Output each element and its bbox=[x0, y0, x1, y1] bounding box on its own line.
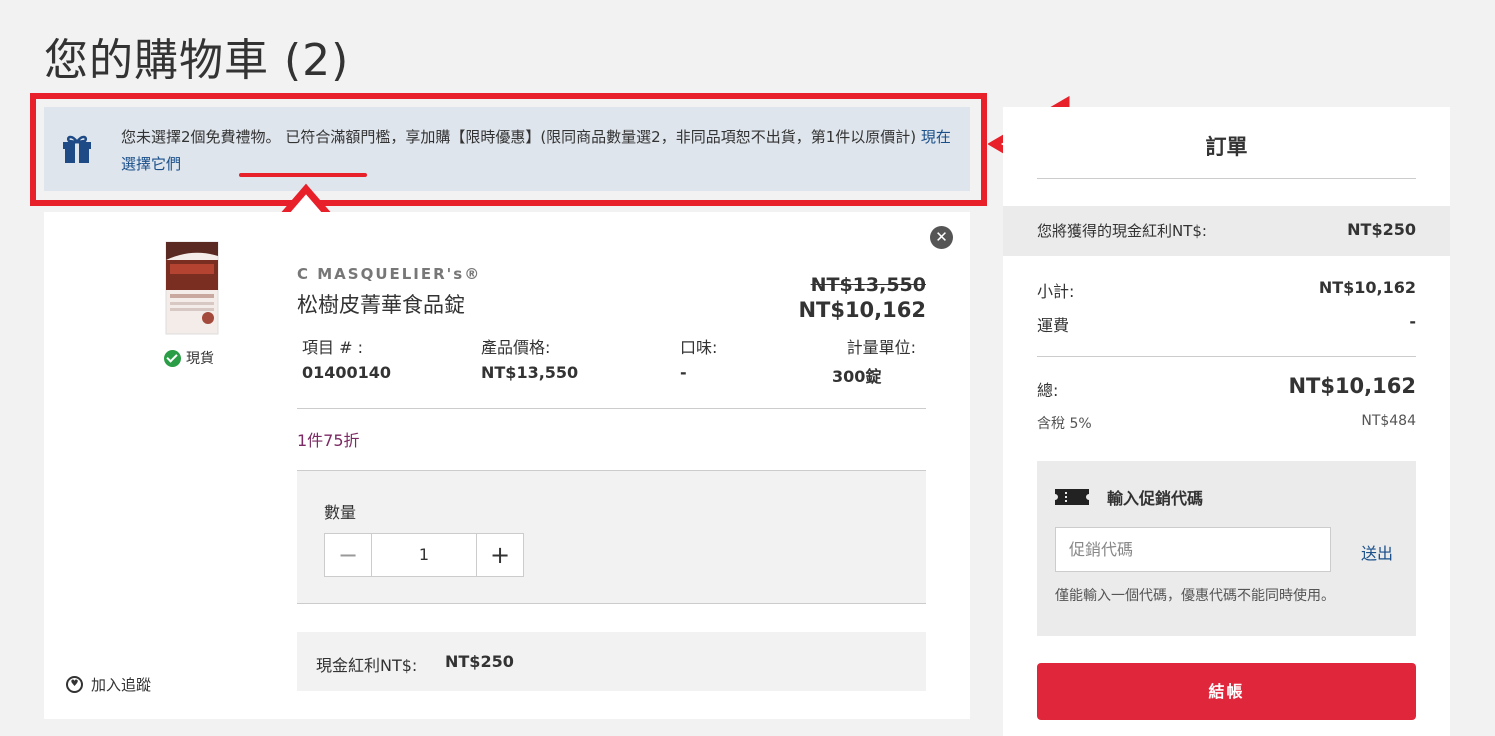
annotation-underline bbox=[239, 173, 367, 177]
attr-label: 產品價格: bbox=[481, 338, 551, 357]
attr-label: 口味: bbox=[680, 338, 718, 357]
annotation-highlight-box bbox=[30, 93, 987, 206]
cash-reward-value: NT$250 bbox=[1347, 220, 1416, 239]
stock-status: 現貨 bbox=[164, 348, 214, 368]
promo-label: 1件75折 bbox=[297, 431, 360, 450]
attr-unit: 計量單位: 300錠 bbox=[832, 334, 916, 387]
stock-label: 現貨 bbox=[186, 351, 214, 367]
divider bbox=[1037, 178, 1416, 179]
product-image[interactable] bbox=[160, 238, 224, 342]
attr-flavor: 口味: - bbox=[680, 334, 717, 382]
attr-label: 計量單位: bbox=[846, 338, 916, 357]
subtotal-label: 小計: bbox=[1037, 282, 1075, 301]
total-value: NT$10,162 bbox=[1288, 374, 1416, 398]
plus-icon: + bbox=[489, 541, 511, 569]
coupon-note: 僅能輸入一個代碼，優惠代碼不能同時使用。 bbox=[1055, 588, 1335, 604]
attr-value: NT$13,550 bbox=[481, 363, 579, 382]
total-label: 總: bbox=[1037, 381, 1059, 400]
shipping-value: - bbox=[1409, 312, 1416, 331]
coupon-title: 輸入促銷代碼 bbox=[1107, 489, 1204, 508]
reward-label: 現金紅利NT$: bbox=[316, 656, 418, 675]
current-price: NT$10,162 bbox=[798, 298, 926, 322]
check-circle-icon bbox=[164, 349, 181, 367]
increase-quantity-button[interactable]: + bbox=[477, 534, 523, 576]
page-title: 您的購物車 (2) bbox=[44, 35, 350, 86]
attr-item-number: 項目 # : 01400140 bbox=[302, 334, 391, 382]
reward-value: NT$250 bbox=[445, 652, 514, 671]
tax-row: 含稅 5% NT$484 bbox=[1037, 413, 1416, 433]
attr-product-price: 產品價格: NT$13,550 bbox=[481, 334, 578, 382]
order-title: 訂單 bbox=[1205, 135, 1248, 159]
ticket-icon bbox=[1055, 489, 1089, 505]
minus-icon: − bbox=[337, 541, 359, 569]
product-brand: C MASQUELIER's® bbox=[297, 265, 482, 283]
heart-icon: ♥ bbox=[66, 676, 83, 693]
quantity-section: 數量 − 1 + bbox=[297, 470, 926, 604]
quantity-label: 數量 bbox=[324, 503, 357, 522]
cash-reward-label: 您將獲得的現金紅利NT$: bbox=[1037, 222, 1207, 240]
close-icon: ✕ bbox=[935, 228, 948, 246]
cart-item-card: 現貨 C MASQUELIER's® 松樹皮菁華食品錠 NT$13,550 NT… bbox=[44, 212, 970, 719]
divider bbox=[297, 408, 926, 409]
tax-value: NT$484 bbox=[1361, 413, 1416, 429]
promo-code-input[interactable] bbox=[1055, 527, 1331, 572]
attr-value: 01400140 bbox=[302, 363, 392, 382]
item-reward: 現金紅利NT$: NT$250 bbox=[297, 632, 926, 691]
order-summary: 訂單 您將獲得的現金紅利NT$: NT$250 小計: NT$10,162 運費… bbox=[1003, 107, 1450, 736]
quantity-stepper: − 1 + bbox=[324, 533, 524, 577]
add-to-wishlist-button[interactable]: ♥ 加入追蹤 bbox=[66, 674, 151, 695]
tax-label: 含稅 5% bbox=[1037, 416, 1092, 432]
shipping-row: 運費 - bbox=[1037, 312, 1416, 336]
attr-value: - bbox=[680, 363, 687, 382]
checkout-button[interactable]: 結帳 bbox=[1037, 663, 1416, 720]
remove-item-button[interactable]: ✕ bbox=[930, 226, 953, 249]
submit-promo-button[interactable]: 送出 bbox=[1361, 540, 1393, 564]
wishlist-label: 加入追蹤 bbox=[91, 676, 152, 694]
original-price: NT$13,550 bbox=[810, 274, 926, 296]
subtotal-row: 小計: NT$10,162 bbox=[1037, 278, 1416, 302]
subtotal-value: NT$10,162 bbox=[1318, 278, 1416, 297]
product-name[interactable]: 松樹皮菁華食品錠 bbox=[297, 289, 465, 319]
coupon-header: 輸入促銷代碼 bbox=[1055, 485, 1203, 509]
coupon-section: 輸入促銷代碼 送出 僅能輸入一個代碼，優惠代碼不能同時使用。 bbox=[1037, 461, 1416, 636]
quantity-value[interactable]: 1 bbox=[371, 534, 477, 576]
total-row: 總: NT$10,162 bbox=[1037, 374, 1416, 401]
attr-label: 項目 # : bbox=[302, 338, 363, 357]
shipping-label: 運費 bbox=[1037, 316, 1070, 335]
divider bbox=[1037, 356, 1416, 357]
cash-reward-row: 您將獲得的現金紅利NT$: NT$250 bbox=[1003, 206, 1450, 256]
decrease-quantity-button[interactable]: − bbox=[325, 534, 371, 576]
attr-value: 300錠 bbox=[832, 367, 882, 386]
